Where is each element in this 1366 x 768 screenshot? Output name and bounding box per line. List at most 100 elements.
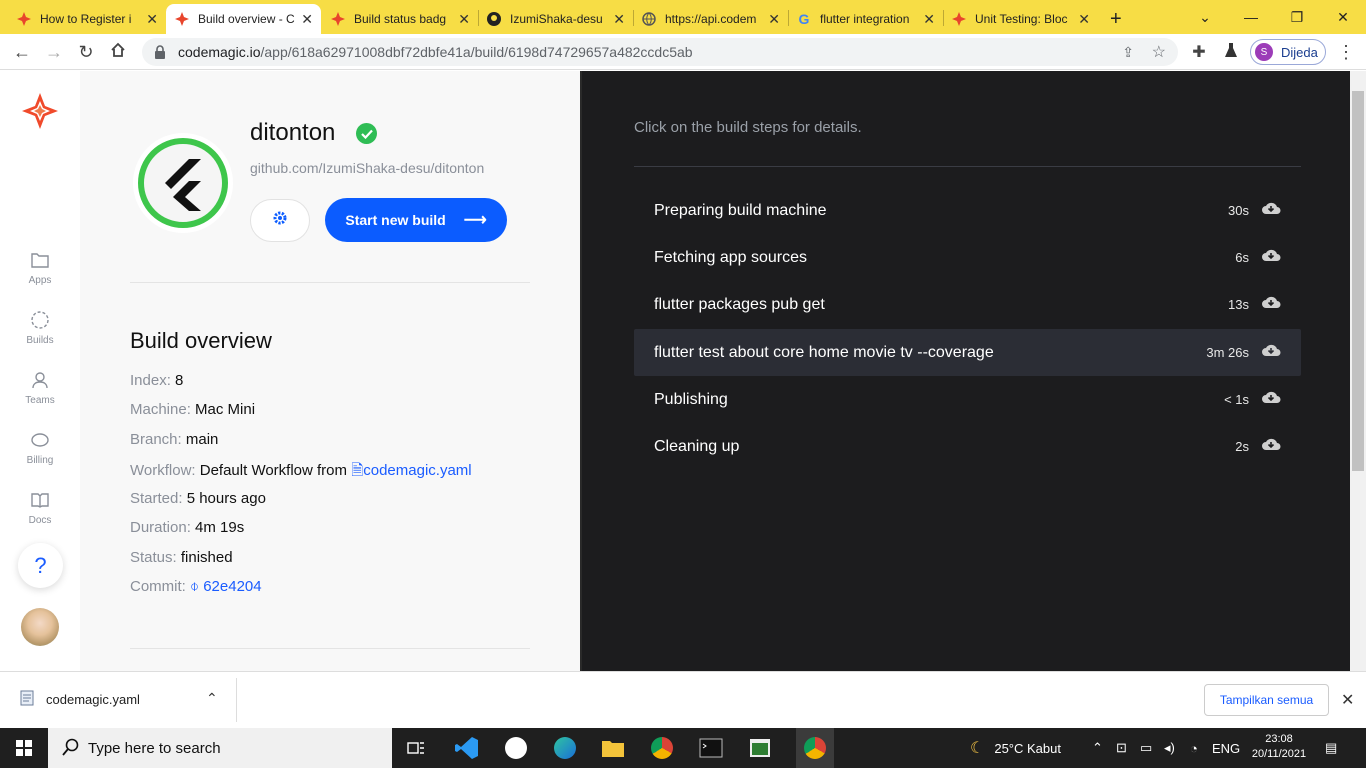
browser-tab-bar: How to Register i ✕ Build overview - C ✕… bbox=[0, 0, 1366, 34]
url-text: codemagic.io/app/618a62971008dbf72dbfe41… bbox=[178, 44, 693, 60]
reload-button[interactable]: ↻ bbox=[72, 38, 100, 66]
cloud-download-icon[interactable] bbox=[1261, 343, 1281, 362]
weather-widget[interactable]: ☾ 25°C Kabut bbox=[970, 728, 1061, 768]
cloud-download-icon[interactable] bbox=[1261, 437, 1281, 456]
step-name: Cleaning up bbox=[654, 437, 740, 455]
chevron-up-icon[interactable]: ⌃ bbox=[1092, 728, 1103, 768]
taskbar-search-input[interactable]: Type here to search bbox=[48, 728, 392, 768]
new-tab-button[interactable]: + bbox=[1102, 4, 1134, 34]
workflow-value: Default Workflow from bbox=[199, 462, 348, 479]
step-duration: 13s bbox=[1228, 297, 1249, 312]
terminal-icon[interactable] bbox=[697, 734, 725, 762]
gear-icon bbox=[273, 211, 287, 230]
help-button[interactable]: ? bbox=[18, 543, 63, 588]
tab-title: flutter integration bbox=[820, 12, 910, 26]
volume-icon[interactable]: ◂) bbox=[1164, 728, 1175, 768]
tab-1[interactable]: Build overview - C ✕ bbox=[166, 4, 321, 34]
tab-4[interactable]: https://api.codem ✕ bbox=[633, 4, 788, 34]
close-icon[interactable]: ✕ bbox=[613, 11, 625, 28]
show-all-downloads-button[interactable]: Tampilkan semua bbox=[1204, 684, 1329, 716]
cloud-download-icon[interactable] bbox=[1261, 201, 1281, 220]
codemagic-icon bbox=[174, 11, 190, 27]
close-icon[interactable]: ✕ bbox=[146, 11, 158, 28]
commit-link[interactable]: ⌽ 62e4204 bbox=[190, 578, 262, 595]
sidebar-item-builds[interactable]: Builds bbox=[10, 309, 70, 346]
start-new-build-button[interactable]: Start new build ⟶ bbox=[325, 198, 507, 242]
build-step-selected[interactable]: flutter test about core home movie tv --… bbox=[634, 329, 1301, 376]
check-icon bbox=[356, 123, 377, 144]
edge-icon[interactable] bbox=[551, 734, 579, 762]
sidebar-item-apps[interactable]: Apps bbox=[10, 249, 70, 286]
settings-button[interactable] bbox=[250, 199, 310, 242]
meet-icon[interactable]: ⊡ bbox=[1116, 728, 1127, 768]
sidebar-item-billing[interactable]: Billing bbox=[10, 429, 70, 466]
scrollbar-thumb[interactable] bbox=[1352, 91, 1364, 471]
close-icon[interactable]: ✕ bbox=[1078, 11, 1090, 28]
address-bar[interactable]: codemagic.io/app/618a62971008dbf72dbfe41… bbox=[142, 38, 1178, 66]
user-avatar[interactable] bbox=[21, 608, 59, 646]
cloud-download-icon[interactable] bbox=[1261, 390, 1281, 409]
close-icon[interactable]: ✕ bbox=[1341, 690, 1354, 710]
commit-hash: 62e4204 bbox=[203, 578, 262, 595]
close-window-button[interactable]: ✕ bbox=[1320, 0, 1366, 34]
moon-icon: ☾ bbox=[970, 740, 985, 757]
cloud-download-icon[interactable] bbox=[1261, 248, 1281, 267]
tab-3[interactable]: IzumiShaka-desu ✕ bbox=[478, 4, 633, 34]
tab-6[interactable]: Unit Testing: Bloc ✕ bbox=[943, 4, 1098, 34]
profile-button[interactable]: S Dijeda bbox=[1250, 39, 1326, 65]
page-scrollbar[interactable] bbox=[1350, 71, 1366, 671]
repo-link[interactable]: github.com/IzumiShaka-desu/ditonton bbox=[250, 160, 484, 176]
close-icon[interactable]: ✕ bbox=[301, 11, 313, 28]
download-item[interactable]: codemagic.yaml bbox=[20, 690, 140, 709]
clock[interactable]: 23:08 20/11/2021 bbox=[1248, 732, 1310, 762]
sidebar-item-teams[interactable]: Teams bbox=[10, 369, 70, 406]
tab-2[interactable]: Build status badg ✕ bbox=[322, 4, 478, 34]
codemagic-logo[interactable] bbox=[22, 93, 58, 134]
github-icon bbox=[486, 11, 502, 27]
builds-icon bbox=[10, 309, 70, 331]
restore-icon: ❐ bbox=[1290, 8, 1304, 25]
sidebar-item-docs[interactable]: Docs bbox=[10, 489, 70, 526]
chrome-icon[interactable] bbox=[648, 734, 676, 762]
home-button[interactable] bbox=[104, 38, 132, 66]
status-row: Status: finished bbox=[130, 549, 233, 566]
close-icon[interactable]: ✕ bbox=[768, 11, 780, 28]
windows-start-icon[interactable] bbox=[10, 734, 38, 762]
chrome-active-icon[interactable] bbox=[796, 728, 834, 768]
file-explorer-icon[interactable] bbox=[599, 734, 627, 762]
minimize-button[interactable]: — bbox=[1228, 0, 1274, 34]
language-indicator[interactable]: ENG bbox=[1212, 728, 1240, 768]
build-step[interactable]: Fetching app sources 6s bbox=[634, 234, 1301, 281]
star-icon[interactable]: ☆ bbox=[1152, 42, 1166, 62]
tab-5[interactable]: G flutter integration ✕ bbox=[788, 4, 943, 34]
build-step[interactable]: Cleaning up 2s bbox=[634, 423, 1301, 470]
cloud-download-icon[interactable] bbox=[1261, 295, 1281, 314]
extensions-button[interactable]: ✚ bbox=[1185, 38, 1213, 66]
chevron-up-icon[interactable]: ⌃ bbox=[206, 690, 218, 707]
build-step[interactable]: Publishing < 1s bbox=[634, 376, 1301, 423]
build-step[interactable]: flutter packages pub get 13s bbox=[634, 281, 1301, 328]
battery-icon[interactable]: ▭ bbox=[1140, 728, 1152, 768]
app-icon[interactable] bbox=[502, 734, 530, 762]
back-button[interactable]: ← bbox=[8, 38, 36, 66]
step-duration: 6s bbox=[1235, 250, 1249, 265]
close-icon[interactable]: ✕ bbox=[458, 11, 470, 28]
maximize-button[interactable]: ❐ bbox=[1274, 0, 1320, 34]
file-code-icon: 🗎 bbox=[351, 462, 364, 479]
build-step[interactable]: Preparing build machine 30s bbox=[634, 187, 1301, 234]
tab-0[interactable]: How to Register i ✕ bbox=[8, 4, 166, 34]
workflow-file-link[interactable]: 🗎codemagic.yaml bbox=[351, 462, 471, 479]
wifi-icon[interactable]: ◔ bbox=[1190, 728, 1198, 768]
share-icon[interactable]: ⇪ bbox=[1122, 44, 1134, 61]
menu-button[interactable]: ⋮ bbox=[1332, 38, 1360, 66]
close-icon[interactable]: ✕ bbox=[923, 11, 935, 28]
notification-icon[interactable]: ▤ bbox=[1325, 728, 1337, 768]
task-view-icon[interactable] bbox=[402, 734, 430, 762]
forward-button[interactable]: → bbox=[40, 38, 68, 66]
vscode-icon[interactable] bbox=[453, 734, 481, 762]
lock-icon bbox=[154, 45, 168, 59]
flutter-icon bbox=[165, 159, 201, 211]
app-window-icon[interactable] bbox=[746, 734, 774, 762]
tab-search-button[interactable]: ⌄ bbox=[1182, 0, 1228, 34]
labs-button[interactable] bbox=[1217, 38, 1245, 66]
